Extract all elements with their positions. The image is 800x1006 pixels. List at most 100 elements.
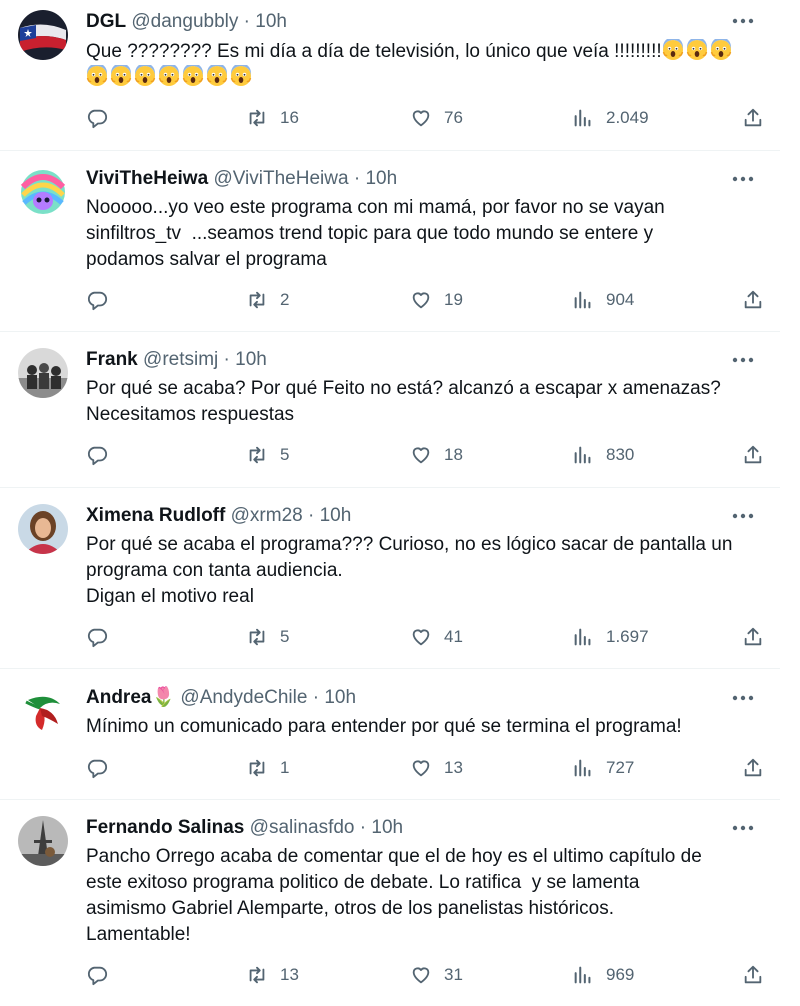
- views-button[interactable]: 1.697: [572, 626, 649, 648]
- like-count: 41: [444, 627, 463, 646]
- views-button[interactable]: 727: [572, 757, 634, 779]
- author-name[interactable]: Andrea🌷: [86, 687, 175, 708]
- share-button[interactable]: [742, 964, 764, 986]
- like-button[interactable]: 76: [410, 107, 463, 129]
- avatar[interactable]: [18, 504, 68, 554]
- author-name[interactable]: DGL: [86, 11, 126, 32]
- author-name[interactable]: Frank: [86, 349, 138, 370]
- author-handle[interactable]: @dangubbly: [131, 11, 238, 32]
- like-count: 31: [444, 965, 463, 984]
- tweet-actions: 2 19 904: [86, 289, 764, 315]
- more-icon[interactable]: [732, 174, 754, 184]
- reply-button[interactable]: [86, 626, 108, 648]
- red-green-logo-avatar-image: [18, 686, 68, 736]
- views-icon: [574, 446, 591, 464]
- retweet-count: 16: [280, 108, 299, 127]
- like-button[interactable]: 13: [410, 757, 463, 779]
- rainbow-character-avatar-image: [18, 167, 68, 217]
- like-button[interactable]: 19: [410, 289, 463, 311]
- tweet-header: Frank @retsimj · 10h: [86, 348, 267, 372]
- reply-feed: DGL @dangubbly · 10h Que ???????? Es mi …: [0, 0, 780, 1006]
- retweet-button[interactable]: 16: [246, 107, 299, 129]
- avatar[interactable]: [18, 816, 68, 866]
- tweet-time[interactable]: 10h: [324, 687, 356, 708]
- tweet[interactable]: Fernando Salinas @salinasfdo · 10h Panch…: [0, 800, 780, 1006]
- retweet-button[interactable]: 2: [246, 289, 289, 311]
- tweet-text: Mínimo un comunicado para entender por q…: [86, 716, 682, 737]
- retweet-icon: [249, 109, 265, 127]
- author-name[interactable]: Fernando Salinas: [86, 817, 244, 838]
- separator-dot: ·: [307, 505, 315, 526]
- more-icon[interactable]: [732, 693, 754, 703]
- tweet-header: Andrea🌷 @AndydeChile · 10h: [86, 686, 356, 710]
- views-count: 2.049: [606, 108, 649, 127]
- author-handle[interactable]: @salinasfdo: [250, 817, 355, 838]
- author-handle[interactable]: @xrm28: [231, 505, 303, 526]
- tweet-time[interactable]: 10h: [365, 168, 397, 189]
- reply-button[interactable]: [86, 757, 108, 779]
- separator-dot: ·: [223, 349, 230, 370]
- retweet-button[interactable]: 1: [246, 757, 289, 779]
- more-icon[interactable]: [732, 16, 754, 26]
- like-icon: [412, 629, 430, 646]
- reply-button[interactable]: [86, 964, 108, 986]
- author-handle[interactable]: @ViviTheHeiwa: [213, 168, 348, 189]
- like-button[interactable]: 18: [410, 444, 463, 466]
- tweet-time[interactable]: 10h: [235, 349, 267, 370]
- reply-button[interactable]: [86, 289, 108, 311]
- tweet[interactable]: Ximena Rudloff @xrm28 · 10h Por qué se a…: [0, 488, 780, 669]
- more-icon[interactable]: [732, 355, 754, 365]
- retweet-icon: [249, 759, 265, 777]
- views-button[interactable]: 2.049: [572, 107, 649, 129]
- retweet-button[interactable]: 5: [246, 626, 289, 648]
- views-icon: [574, 759, 591, 777]
- share-button[interactable]: [742, 444, 764, 466]
- tweet-time[interactable]: 10h: [255, 11, 287, 32]
- share-button[interactable]: [742, 289, 764, 311]
- tweet[interactable]: Frank @retsimj · 10h Por qué se acaba? P…: [0, 332, 780, 488]
- author-name[interactable]: Ximena Rudloff: [86, 505, 225, 526]
- like-button[interactable]: 41: [410, 626, 463, 648]
- more-icon[interactable]: [732, 511, 754, 521]
- retweet-button[interactable]: 13: [246, 964, 299, 986]
- share-icon: [744, 965, 762, 984]
- avatar[interactable]: [18, 10, 68, 60]
- share-icon: [744, 290, 762, 309]
- retweet-button[interactable]: 5: [246, 444, 289, 466]
- reply-button[interactable]: [86, 444, 108, 466]
- tweet-text: Por qué se acaba el programa??? Curioso,…: [86, 534, 733, 607]
- author-handle[interactable]: @AndydeChile: [180, 687, 307, 708]
- avatar[interactable]: [18, 686, 68, 736]
- views-icon: [574, 291, 591, 309]
- author-handle[interactable]: @retsimj: [143, 349, 218, 370]
- views-icon: [574, 109, 591, 127]
- tweet[interactable]: ViviTheHeiwa @ViviTheHeiwa · 10h Nooooo.…: [0, 151, 780, 332]
- views-button[interactable]: 969: [572, 964, 634, 986]
- tweet[interactable]: Andrea🌷 @AndydeChile · 10h Mínimo un com…: [0, 669, 780, 800]
- retweet-icon: [249, 446, 265, 464]
- tweet-header: Fernando Salinas @salinasfdo · 10h: [86, 816, 403, 840]
- share-button[interactable]: [742, 107, 764, 129]
- views-button[interactable]: 830: [572, 444, 634, 466]
- tweet-time[interactable]: 10h: [371, 817, 403, 838]
- like-icon: [412, 292, 430, 309]
- tweet-actions: 5 18 830: [86, 444, 764, 470]
- like-count: 13: [444, 758, 463, 777]
- retweet-count: 5: [280, 627, 290, 646]
- face-screaming-emoji-icon: [182, 65, 204, 86]
- tweet-text: Nooooo...yo veo este programa con mi mam…: [86, 197, 665, 270]
- share-button[interactable]: [742, 757, 764, 779]
- more-icon[interactable]: [732, 823, 754, 833]
- views-button[interactable]: 904: [572, 289, 634, 311]
- tweet[interactable]: DGL @dangubbly · 10h Que ???????? Es mi …: [0, 0, 780, 151]
- views-icon: [574, 966, 591, 984]
- views-count: 969: [606, 965, 635, 984]
- avatar[interactable]: [18, 348, 68, 398]
- share-button[interactable]: [742, 626, 764, 648]
- like-button[interactable]: 31: [410, 964, 463, 986]
- avatar[interactable]: [18, 167, 68, 217]
- tweet-time[interactable]: 10h: [320, 505, 352, 526]
- reply-icon: [87, 966, 108, 986]
- reply-button[interactable]: [86, 107, 108, 129]
- author-name[interactable]: ViviTheHeiwa: [86, 168, 208, 189]
